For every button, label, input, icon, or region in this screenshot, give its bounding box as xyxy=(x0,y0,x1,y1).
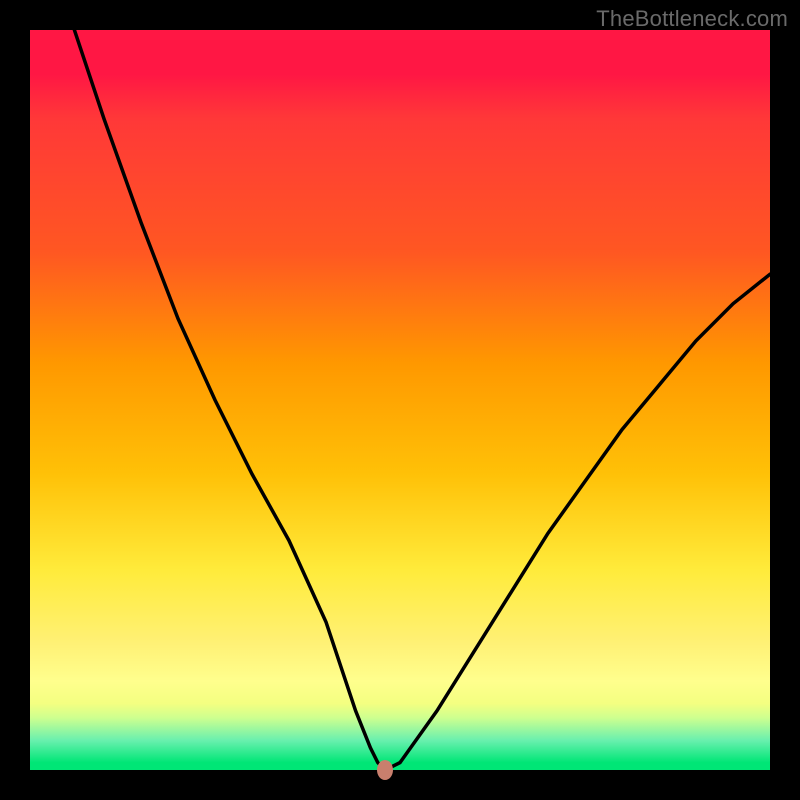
chart-frame: TheBottleneck.com xyxy=(0,0,800,800)
bottleneck-curve xyxy=(30,30,770,770)
watermark-text: TheBottleneck.com xyxy=(596,6,788,32)
optimal-point-marker xyxy=(377,760,393,780)
